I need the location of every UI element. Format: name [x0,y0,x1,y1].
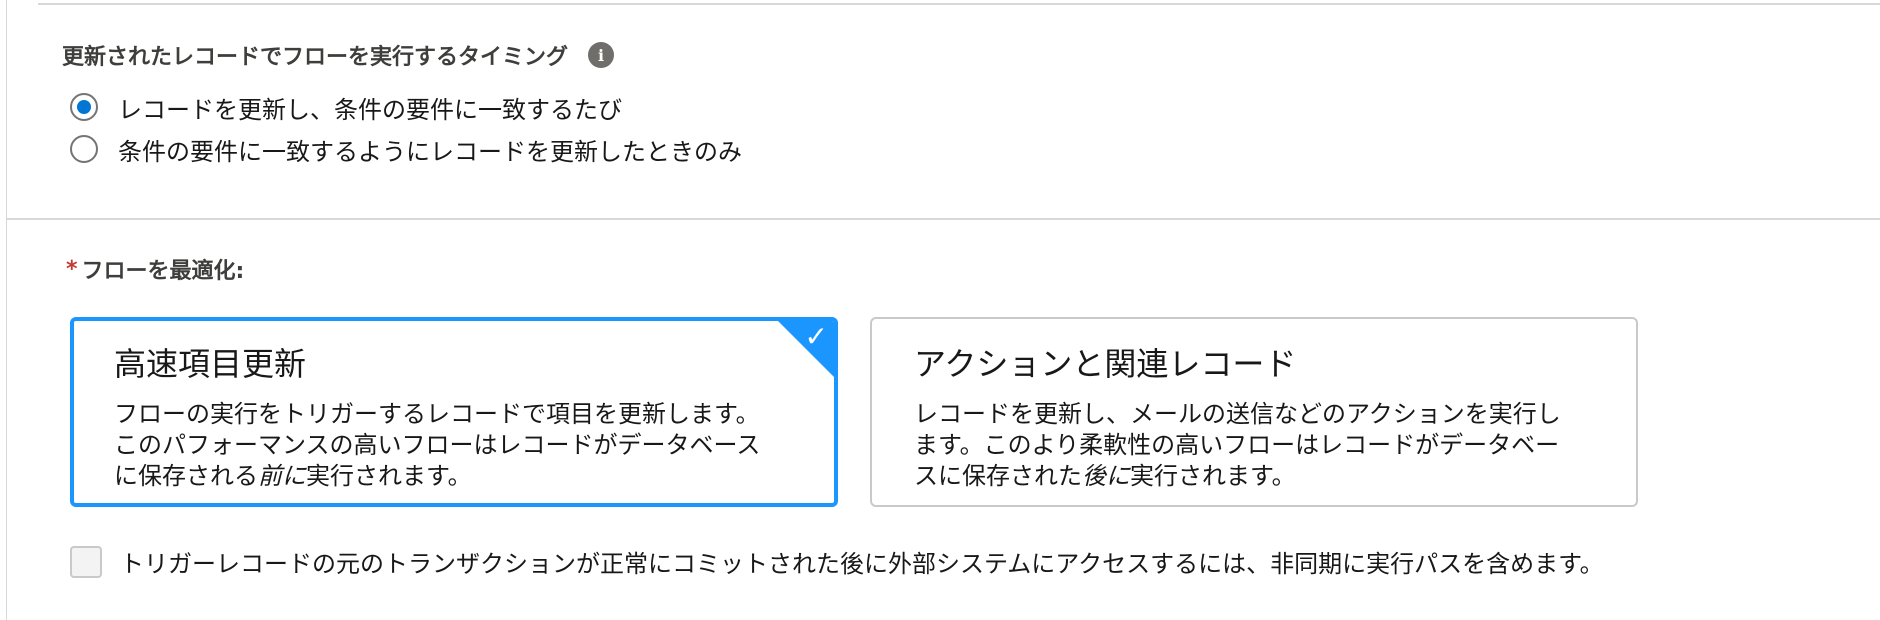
card-description-emphasis: 後に [1082,462,1130,490]
card-description-text-end: 実行されます。 [306,462,472,490]
card-title-actions-related-records: アクションと関連レコード [914,345,1297,383]
radio-label-every-update[interactable]: レコードを更新し、条件の要件に一致するたび [118,90,622,125]
run-timing-legend: 更新されたレコードでフローを実行するタイミング i [62,40,742,70]
async-path-option: トリガーレコードの元のトランザクションが正常にコミットされた後に外部システムにア… [70,544,1604,579]
radio-label-only-when-met[interactable]: 条件の要件に一致するようにレコードを更新したときのみ [118,132,742,167]
card-description-emphasis: 前に [258,462,306,490]
info-icon[interactable]: i [588,42,615,68]
option-card-fast-field-updates[interactable]: ✓ 高速項目更新 フローの実行をトリガーするレコードで項目を更新します。このパフ… [70,317,838,507]
radio-button-every-update[interactable] [70,93,98,121]
card-description-fast-field-updates: フローの実行をトリガーするレコードで項目を更新します。このパフォーマンスの高いフ… [114,399,774,492]
radio-option-every-update[interactable]: レコードを更新し、条件の要件に一致するたび [62,86,742,128]
top-divider [38,3,1880,5]
radio-option-only-when-met[interactable]: 条件の要件に一致するようにレコードを更新したときのみ [62,128,742,170]
optimize-flow-label-text: フローを最適化: [81,259,245,284]
flow-trigger-settings: 更新されたレコードでフローを実行するタイミング i レコードを更新し、条件の要件… [0,0,1880,620]
optimize-flow-label: * フローを最適化: [66,254,245,285]
card-description-text-end: 実行されます。 [1130,462,1296,490]
radio-button-only-when-met[interactable] [70,135,98,163]
checkmark-icon: ✓ [804,320,828,353]
run-timing-radio-group: レコードを更新し、条件の要件に一致するたび 条件の要件に一致するようにレコードを… [62,86,742,170]
run-timing-fieldset: 更新されたレコードでフローを実行するタイミング i レコードを更新し、条件の要件… [62,40,742,170]
left-divider [6,0,7,620]
run-timing-legend-text: 更新されたレコードでフローを実行するタイミング [62,45,569,70]
card-description-actions-related-records: レコードを更新し、メールの送信などのアクションを実行します。このより柔軟性の高い… [914,399,1574,492]
section-divider [6,218,1880,220]
required-indicator: * [66,256,78,282]
async-path-checkbox[interactable] [70,545,102,578]
async-path-label: トリガーレコードの元のトランザクションが正常にコミットされた後に外部システムにア… [120,550,1604,578]
card-title-fast-field-updates: 高速項目更新 [114,345,307,383]
option-card-actions-related-records[interactable]: アクションと関連レコード レコードを更新し、メールの送信などのアクションを実行し… [870,317,1638,507]
